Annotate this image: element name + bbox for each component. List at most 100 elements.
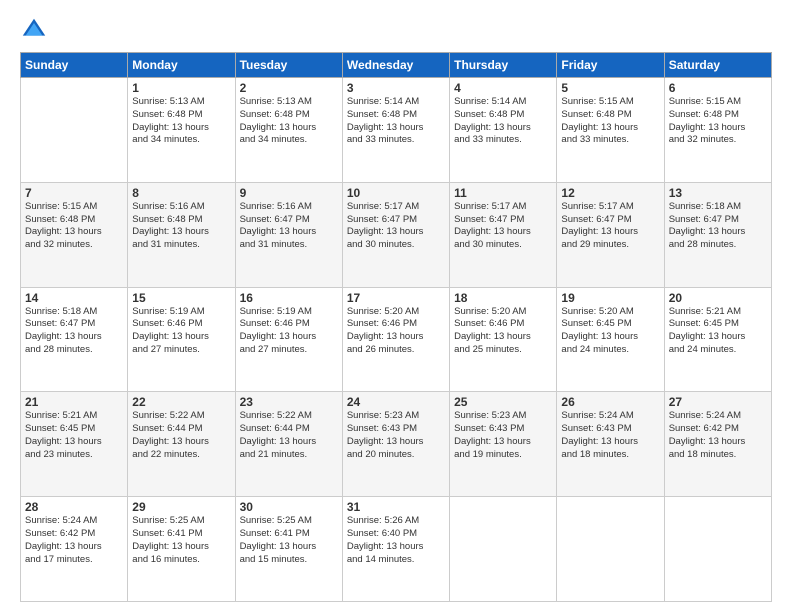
day-cell: 11 Sunrise: 5:17 AMSunset: 6:47 PMDaylig… (450, 182, 557, 287)
day-info: Sunrise: 5:19 AMSunset: 6:46 PMDaylight:… (132, 306, 209, 355)
day-cell: 29 Sunrise: 5:25 AMSunset: 6:41 PMDaylig… (128, 497, 235, 602)
weekday-header-wednesday: Wednesday (342, 53, 449, 78)
day-number: 14 (25, 291, 123, 305)
weekday-header-thursday: Thursday (450, 53, 557, 78)
day-info: Sunrise: 5:25 AMSunset: 6:41 PMDaylight:… (132, 515, 209, 564)
day-number: 11 (454, 186, 552, 200)
day-number: 2 (240, 81, 338, 95)
day-cell: 14 Sunrise: 5:18 AMSunset: 6:47 PMDaylig… (21, 287, 128, 392)
day-number: 25 (454, 395, 552, 409)
day-number: 3 (347, 81, 445, 95)
day-number: 18 (454, 291, 552, 305)
day-number: 1 (132, 81, 230, 95)
weekday-header-sunday: Sunday (21, 53, 128, 78)
day-info: Sunrise: 5:24 AMSunset: 6:43 PMDaylight:… (561, 410, 638, 459)
week-row-4: 21 Sunrise: 5:21 AMSunset: 6:45 PMDaylig… (21, 392, 772, 497)
weekday-header-row: SundayMondayTuesdayWednesdayThursdayFrid… (21, 53, 772, 78)
day-info: Sunrise: 5:14 AMSunset: 6:48 PMDaylight:… (454, 96, 531, 145)
day-cell: 27 Sunrise: 5:24 AMSunset: 6:42 PMDaylig… (664, 392, 771, 497)
weekday-header-tuesday: Tuesday (235, 53, 342, 78)
day-number: 24 (347, 395, 445, 409)
day-cell: 24 Sunrise: 5:23 AMSunset: 6:43 PMDaylig… (342, 392, 449, 497)
logo-icon (20, 16, 48, 44)
day-cell: 31 Sunrise: 5:26 AMSunset: 6:40 PMDaylig… (342, 497, 449, 602)
day-number: 26 (561, 395, 659, 409)
day-info: Sunrise: 5:21 AMSunset: 6:45 PMDaylight:… (25, 410, 102, 459)
calendar-table: SundayMondayTuesdayWednesdayThursdayFrid… (20, 52, 772, 602)
day-number: 9 (240, 186, 338, 200)
week-row-2: 7 Sunrise: 5:15 AMSunset: 6:48 PMDayligh… (21, 182, 772, 287)
day-cell: 16 Sunrise: 5:19 AMSunset: 6:46 PMDaylig… (235, 287, 342, 392)
day-info: Sunrise: 5:13 AMSunset: 6:48 PMDaylight:… (132, 96, 209, 145)
day-number: 28 (25, 500, 123, 514)
day-info: Sunrise: 5:15 AMSunset: 6:48 PMDaylight:… (669, 96, 746, 145)
day-number: 12 (561, 186, 659, 200)
day-cell: 18 Sunrise: 5:20 AMSunset: 6:46 PMDaylig… (450, 287, 557, 392)
day-info: Sunrise: 5:20 AMSunset: 6:46 PMDaylight:… (347, 306, 424, 355)
day-cell: 8 Sunrise: 5:16 AMSunset: 6:48 PMDayligh… (128, 182, 235, 287)
day-cell (557, 497, 664, 602)
day-info: Sunrise: 5:24 AMSunset: 6:42 PMDaylight:… (669, 410, 746, 459)
day-info: Sunrise: 5:23 AMSunset: 6:43 PMDaylight:… (454, 410, 531, 459)
day-cell: 12 Sunrise: 5:17 AMSunset: 6:47 PMDaylig… (557, 182, 664, 287)
day-info: Sunrise: 5:18 AMSunset: 6:47 PMDaylight:… (25, 306, 102, 355)
week-row-1: 1 Sunrise: 5:13 AMSunset: 6:48 PMDayligh… (21, 78, 772, 183)
day-number: 30 (240, 500, 338, 514)
day-info: Sunrise: 5:17 AMSunset: 6:47 PMDaylight:… (454, 201, 531, 250)
weekday-header-saturday: Saturday (664, 53, 771, 78)
day-info: Sunrise: 5:14 AMSunset: 6:48 PMDaylight:… (347, 96, 424, 145)
day-info: Sunrise: 5:22 AMSunset: 6:44 PMDaylight:… (240, 410, 317, 459)
day-info: Sunrise: 5:15 AMSunset: 6:48 PMDaylight:… (561, 96, 638, 145)
day-info: Sunrise: 5:18 AMSunset: 6:47 PMDaylight:… (669, 201, 746, 250)
day-number: 15 (132, 291, 230, 305)
day-cell (450, 497, 557, 602)
day-info: Sunrise: 5:24 AMSunset: 6:42 PMDaylight:… (25, 515, 102, 564)
day-info: Sunrise: 5:19 AMSunset: 6:46 PMDaylight:… (240, 306, 317, 355)
day-cell: 15 Sunrise: 5:19 AMSunset: 6:46 PMDaylig… (128, 287, 235, 392)
day-info: Sunrise: 5:17 AMSunset: 6:47 PMDaylight:… (347, 201, 424, 250)
day-cell: 7 Sunrise: 5:15 AMSunset: 6:48 PMDayligh… (21, 182, 128, 287)
day-cell: 21 Sunrise: 5:21 AMSunset: 6:45 PMDaylig… (21, 392, 128, 497)
day-info: Sunrise: 5:16 AMSunset: 6:48 PMDaylight:… (132, 201, 209, 250)
day-number: 22 (132, 395, 230, 409)
day-cell: 10 Sunrise: 5:17 AMSunset: 6:47 PMDaylig… (342, 182, 449, 287)
logo (20, 16, 50, 44)
day-cell: 5 Sunrise: 5:15 AMSunset: 6:48 PMDayligh… (557, 78, 664, 183)
day-number: 8 (132, 186, 230, 200)
day-cell: 19 Sunrise: 5:20 AMSunset: 6:45 PMDaylig… (557, 287, 664, 392)
week-row-3: 14 Sunrise: 5:18 AMSunset: 6:47 PMDaylig… (21, 287, 772, 392)
day-info: Sunrise: 5:20 AMSunset: 6:45 PMDaylight:… (561, 306, 638, 355)
day-cell: 4 Sunrise: 5:14 AMSunset: 6:48 PMDayligh… (450, 78, 557, 183)
day-number: 5 (561, 81, 659, 95)
day-cell: 9 Sunrise: 5:16 AMSunset: 6:47 PMDayligh… (235, 182, 342, 287)
day-number: 23 (240, 395, 338, 409)
day-info: Sunrise: 5:21 AMSunset: 6:45 PMDaylight:… (669, 306, 746, 355)
day-cell: 22 Sunrise: 5:22 AMSunset: 6:44 PMDaylig… (128, 392, 235, 497)
day-info: Sunrise: 5:17 AMSunset: 6:47 PMDaylight:… (561, 201, 638, 250)
weekday-header-friday: Friday (557, 53, 664, 78)
week-row-5: 28 Sunrise: 5:24 AMSunset: 6:42 PMDaylig… (21, 497, 772, 602)
day-info: Sunrise: 5:20 AMSunset: 6:46 PMDaylight:… (454, 306, 531, 355)
day-number: 6 (669, 81, 767, 95)
day-cell (21, 78, 128, 183)
day-number: 13 (669, 186, 767, 200)
day-cell: 25 Sunrise: 5:23 AMSunset: 6:43 PMDaylig… (450, 392, 557, 497)
day-number: 21 (25, 395, 123, 409)
day-number: 16 (240, 291, 338, 305)
day-cell: 1 Sunrise: 5:13 AMSunset: 6:48 PMDayligh… (128, 78, 235, 183)
day-cell (664, 497, 771, 602)
day-cell: 28 Sunrise: 5:24 AMSunset: 6:42 PMDaylig… (21, 497, 128, 602)
day-info: Sunrise: 5:23 AMSunset: 6:43 PMDaylight:… (347, 410, 424, 459)
day-number: 27 (669, 395, 767, 409)
day-info: Sunrise: 5:16 AMSunset: 6:47 PMDaylight:… (240, 201, 317, 250)
day-cell: 26 Sunrise: 5:24 AMSunset: 6:43 PMDaylig… (557, 392, 664, 497)
day-info: Sunrise: 5:25 AMSunset: 6:41 PMDaylight:… (240, 515, 317, 564)
day-cell: 2 Sunrise: 5:13 AMSunset: 6:48 PMDayligh… (235, 78, 342, 183)
day-cell: 13 Sunrise: 5:18 AMSunset: 6:47 PMDaylig… (664, 182, 771, 287)
day-number: 7 (25, 186, 123, 200)
page: SundayMondayTuesdayWednesdayThursdayFrid… (0, 0, 792, 612)
day-number: 10 (347, 186, 445, 200)
day-number: 20 (669, 291, 767, 305)
weekday-header-monday: Monday (128, 53, 235, 78)
day-cell: 6 Sunrise: 5:15 AMSunset: 6:48 PMDayligh… (664, 78, 771, 183)
